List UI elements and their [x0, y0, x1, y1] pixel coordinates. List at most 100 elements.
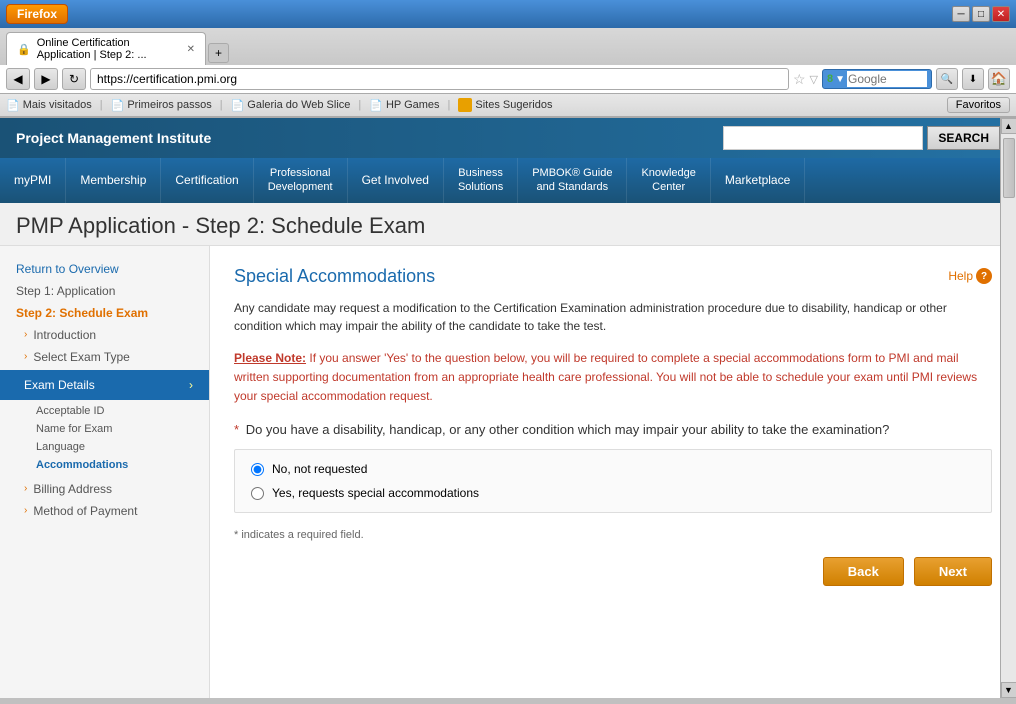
forward-nav-button[interactable]: ▶ — [34, 68, 58, 90]
nav-knowledge-center[interactable]: KnowledgeCenter — [627, 158, 710, 203]
sidebar-exam-details[interactable]: Exam Details › — [0, 370, 209, 400]
radio-no[interactable]: No, not requested — [251, 462, 975, 476]
download-button[interactable]: ⬇ — [962, 68, 984, 90]
title-bar: Firefox ─ □ ✕ — [0, 0, 1016, 28]
scroll-thumb[interactable] — [1003, 138, 1015, 198]
sidebar-billing-label: Billing Address — [33, 482, 112, 496]
sidebar-language[interactable]: Language — [0, 438, 209, 456]
active-tab[interactable]: 🔒 Online Certification Application | Ste… — [6, 32, 206, 65]
back-nav-button[interactable]: ◀ — [6, 68, 30, 90]
section-header: Special Accommodations Help ? — [234, 266, 992, 287]
sidebar-introduction[interactable]: › Introduction — [0, 324, 209, 346]
scroll-down-button[interactable]: ▼ — [1001, 682, 1016, 698]
pmi-search-button[interactable]: SEARCH — [927, 126, 1000, 150]
please-note-label: Please Note: — [234, 351, 306, 365]
button-area: Back Next — [234, 557, 992, 586]
bookmark-sites-sugeridos[interactable]: Sites Sugeridos — [458, 98, 552, 112]
required-note: * indicates a required field. — [234, 529, 992, 541]
page-title: PMP Application - Step 2: Schedule Exam — [16, 213, 1000, 239]
bookmark-hp-games[interactable]: 📄 HP Games — [369, 99, 439, 112]
chevron-icon: › — [24, 483, 27, 494]
pmi-navigation: myPMI Membership Certification Professio… — [0, 158, 1016, 203]
warning-body: If you answer 'Yes' to the question belo… — [234, 351, 977, 403]
favoritos-button[interactable]: Favoritos — [947, 97, 1010, 113]
sidebar-acceptable-id[interactable]: Acceptable ID — [0, 402, 209, 420]
search-engine-label: ▼ — [835, 74, 845, 85]
nav-certification[interactable]: Certification — [161, 158, 253, 203]
bookmark-label: Mais visitados — [23, 99, 92, 111]
reload-button[interactable]: ↻ — [62, 68, 86, 90]
next-button[interactable]: Next — [914, 557, 992, 586]
sidebar-exam-details-label: Exam Details — [24, 378, 95, 392]
nav-business-solutions[interactable]: BusinessSolutions — [444, 158, 518, 203]
separator: | — [220, 99, 223, 111]
minimize-button[interactable]: ─ — [952, 6, 970, 22]
help-link[interactable]: Help ? — [948, 268, 992, 284]
pmi-header: Project Management Institute SEARCH — [0, 118, 1016, 158]
maximize-button[interactable]: □ — [972, 6, 990, 22]
nav-membership[interactable]: Membership — [66, 158, 161, 203]
radio-yes-label: Yes, requests special accommodations — [272, 486, 479, 500]
help-circle-icon: ? — [976, 268, 992, 284]
bookmark-label: Galeria do Web Slice — [247, 99, 350, 111]
new-tab-button[interactable]: + — [208, 43, 229, 63]
bookmark-label: Primeiros passos — [127, 99, 211, 111]
nav-get-involved[interactable]: Get Involved — [348, 158, 444, 203]
section-title: Special Accommodations — [234, 266, 435, 287]
return-to-overview-link[interactable]: Return to Overview — [0, 258, 209, 280]
nav-pmbok[interactable]: PMBOK® Guideand Standards — [518, 158, 627, 203]
pmi-search-input[interactable] — [723, 126, 923, 150]
tab-close-button[interactable]: ✕ — [187, 44, 195, 55]
radio-no-input[interactable] — [251, 463, 264, 476]
main-form-content: Special Accommodations Help ? Any candid… — [210, 246, 1016, 698]
sidebar-accommodations[interactable]: Accommodations — [0, 456, 209, 474]
step2-label: Step 2: Schedule Exam — [0, 302, 209, 324]
bookmark-label: HP Games — [386, 99, 440, 111]
nav-mypmi[interactable]: myPMI — [0, 158, 66, 203]
tab-icon: 🔒 — [17, 43, 31, 56]
pmi-search-area: SEARCH — [723, 126, 1000, 150]
chevron-icon: › — [24, 351, 27, 362]
bookmark-galeria[interactable]: 📄 Galeria do Web Slice — [231, 99, 351, 112]
nav-marketplace[interactable]: Marketplace — [711, 158, 805, 203]
sidebar-name-for-exam[interactable]: Name for Exam — [0, 420, 209, 438]
sidebar-billing-address[interactable]: › Billing Address — [0, 478, 209, 500]
home-button[interactable]: 🏠 — [988, 68, 1010, 90]
pmi-website: Project Management Institute SEARCH myPM… — [0, 118, 1016, 698]
address-bar: ◀ ▶ ↻ ☆ ▽ 8 ▼ 🔍 ⬇ 🏠 — [0, 65, 1016, 94]
browser-search-button[interactable]: 🔍 — [936, 68, 958, 90]
pmi-logo: Project Management Institute — [16, 130, 211, 146]
bookmark-primeiros-passos[interactable]: 📄 Primeiros passos — [111, 99, 212, 112]
bookmark-icon: 📄 — [231, 99, 245, 112]
url-input[interactable] — [90, 68, 789, 90]
radio-yes[interactable]: Yes, requests special accommodations — [251, 486, 975, 500]
close-button[interactable]: ✕ — [992, 6, 1010, 22]
bookmark-label: Sites Sugeridos — [475, 99, 552, 111]
firefox-button[interactable]: Firefox — [6, 4, 68, 24]
sidebar-select-exam-type[interactable]: › Select Exam Type — [0, 346, 209, 368]
warning-text-area: Please Note: If you answer 'Yes' to the … — [234, 349, 992, 407]
back-button[interactable]: Back — [823, 557, 904, 586]
tab-bar: 🔒 Online Certification Application | Ste… — [0, 28, 1016, 65]
google-search-box[interactable]: 8 ▼ — [822, 69, 932, 89]
required-asterisk: * — [234, 422, 239, 437]
bookmark-icon: 📄 — [111, 99, 125, 112]
radio-yes-input[interactable] — [251, 487, 264, 500]
question-body: Do you have a disability, handicap, or a… — [246, 422, 890, 437]
main-content-area: Return to Overview Step 1: Application S… — [0, 246, 1016, 698]
scroll-up-button[interactable]: ▲ — [1001, 118, 1016, 134]
scroll-track[interactable] — [1002, 134, 1016, 682]
sidebar-payment-label: Method of Payment — [33, 504, 137, 518]
separator: | — [448, 99, 451, 111]
sidebar-method-of-payment[interactable]: › Method of Payment — [0, 500, 209, 522]
bookmark-star[interactable]: ☆ — [793, 71, 806, 88]
sidebar-select-exam-label: Select Exam Type — [33, 350, 130, 364]
sites-sugeridos-icon — [458, 98, 472, 112]
bookmark-mais-visitados[interactable]: 📄 Mais visitados — [6, 99, 92, 112]
description-text: Any candidate may request a modification… — [234, 299, 992, 335]
chevron-right-icon: › — [189, 378, 193, 392]
chevron-icon: › — [24, 505, 27, 516]
nav-professional-development[interactable]: ProfessionalDevelopment — [254, 158, 348, 203]
separator: | — [358, 99, 361, 111]
browser-search-input[interactable] — [847, 71, 927, 87]
